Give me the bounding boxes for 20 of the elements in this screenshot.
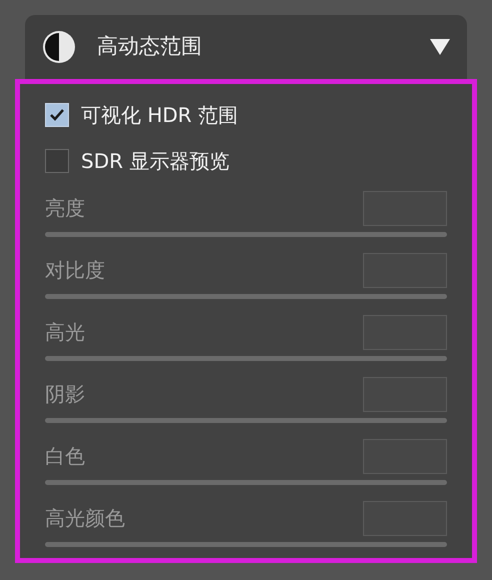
value-field[interactable] [363,252,447,288]
slider-label: 高光 [45,319,85,346]
checkbox-label: 可视化 HDR 范围 [81,102,238,129]
check-icon [49,108,65,122]
value-field[interactable] [363,500,447,536]
panel-title: 高动态范围 [97,33,203,60]
value-field[interactable] [363,190,447,226]
slider-label: 高光颜色 [45,505,125,532]
checkbox[interactable] [45,149,69,173]
slider-label: 对比度 [45,257,105,284]
value-field[interactable] [363,376,447,412]
slider-label: 阴影 [45,381,85,408]
half-circle-icon [41,29,77,65]
value-field[interactable] [363,314,447,350]
value-field[interactable] [363,438,447,474]
checkbox-label: SDR 显示器预览 [81,148,230,175]
caret-icon [429,38,451,56]
slider-label: 白色 [45,443,85,470]
slider-label: 亮度 [45,195,85,222]
panel-header[interactable]: 高动态范围 [25,15,467,79]
